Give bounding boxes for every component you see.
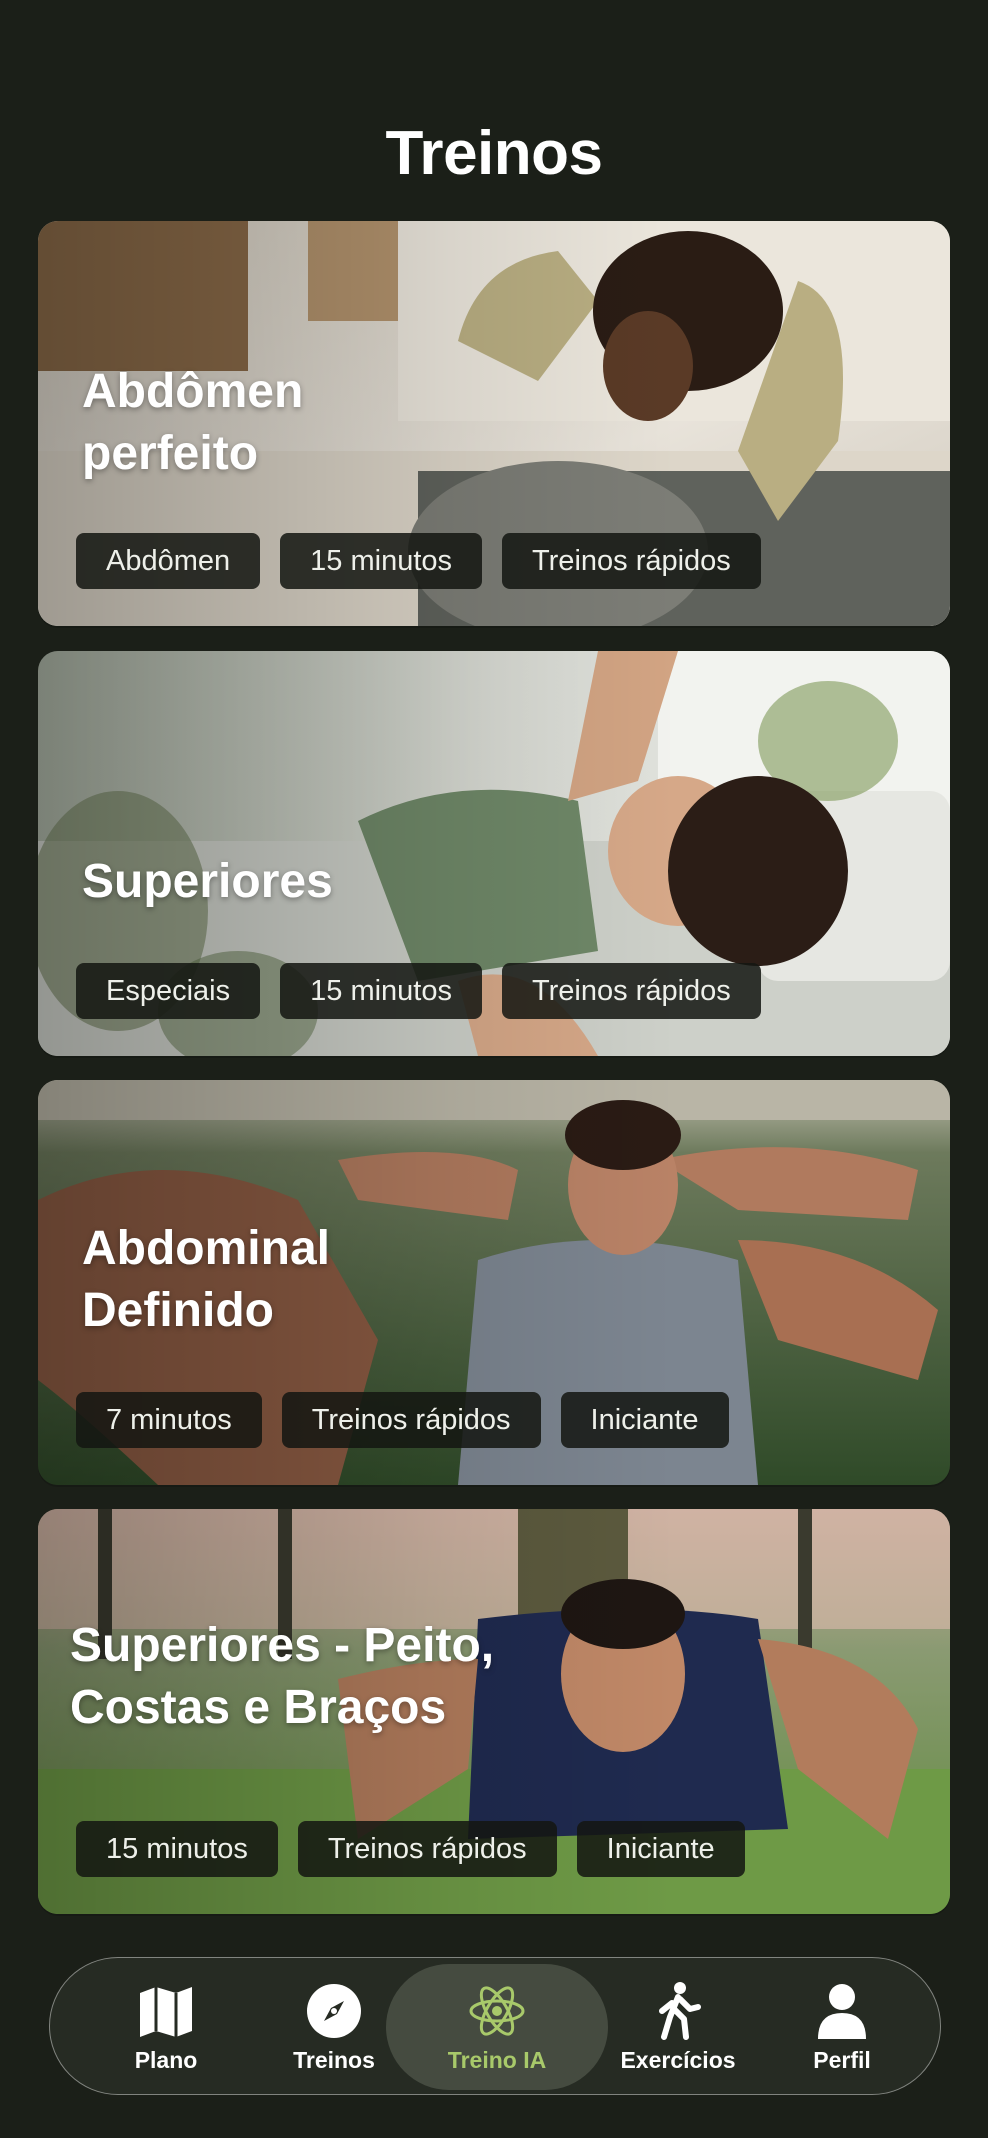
- workout-card-superiores-peito-costas-bracos[interactable]: Superiores - Peito, Costas e Braços 15 m…: [38, 1509, 950, 1914]
- tag-chip: Abdômen: [76, 533, 261, 589]
- workout-card-superiores[interactable]: Superiores Especiais 15 minutos Treinos …: [38, 651, 950, 1056]
- tag-list: 7 minutos Treinos rápidos Iniciante: [76, 1392, 729, 1448]
- workout-card-abdomen-perfeito[interactable]: Abdômen perfeito Abdômen 15 minutos Trei…: [38, 221, 950, 626]
- tag-chip: 15 minutos: [76, 1821, 278, 1877]
- tag-list: Abdômen 15 minutos Treinos rápidos: [76, 533, 761, 589]
- tag-chip: Especiais: [76, 963, 261, 1019]
- compass-icon: [307, 1983, 361, 2038]
- bottom-navigation: Plano Treinos Treino IA Exercícios Perfi…: [49, 1957, 941, 2095]
- nav-item-exercicios[interactable]: Exercícios: [598, 1958, 758, 2096]
- atom-icon: [469, 1985, 525, 2036]
- card-title: Abdômen perfeito: [82, 365, 304, 480]
- workout-card-abdominal-definido[interactable]: Abdominal Definido 7 minutos Treinos ráp…: [38, 1080, 950, 1485]
- tag-chip: 7 minutos: [76, 1392, 262, 1448]
- nav-label: Treino IA: [447, 2046, 547, 2073]
- nav-item-perfil[interactable]: Perfil: [762, 1958, 922, 2096]
- card-title: Superiores: [82, 855, 333, 908]
- tag-list: 15 minutos Treinos rápidos Iniciante: [76, 1821, 745, 1877]
- nav-label: Plano: [134, 2046, 198, 2073]
- nav-label: Perfil: [813, 2046, 871, 2073]
- tag-chip: 15 minutos: [280, 963, 482, 1019]
- person-icon: [818, 1983, 866, 2039]
- map-icon: [140, 1986, 192, 2037]
- tag-chip: Iniciante: [560, 1392, 729, 1448]
- page-title: Treinos: [385, 119, 603, 188]
- walking-figure-icon: [659, 1981, 701, 2040]
- tag-list: Especiais 15 minutos Treinos rápidos: [76, 963, 761, 1019]
- tag-chip: Iniciante: [576, 1821, 745, 1877]
- tag-chip: Treinos rápidos: [281, 1392, 541, 1448]
- tag-chip: Treinos rápidos: [502, 533, 761, 589]
- tag-chip: Treinos rápidos: [297, 1821, 557, 1877]
- card-title: Superiores - Peito, Costas e Braços: [70, 1619, 495, 1734]
- tag-chip: 15 minutos: [280, 533, 483, 589]
- nav-label: Exercícios: [620, 2046, 736, 2073]
- nav-item-treino-ia[interactable]: Treino IA: [386, 1964, 608, 2090]
- nav-item-plano[interactable]: Plano: [86, 1958, 246, 2096]
- nav-label: Treinos: [293, 2046, 375, 2073]
- tag-chip: Treinos rápidos: [501, 963, 761, 1019]
- card-title: Abdominal Definido: [82, 1222, 330, 1337]
